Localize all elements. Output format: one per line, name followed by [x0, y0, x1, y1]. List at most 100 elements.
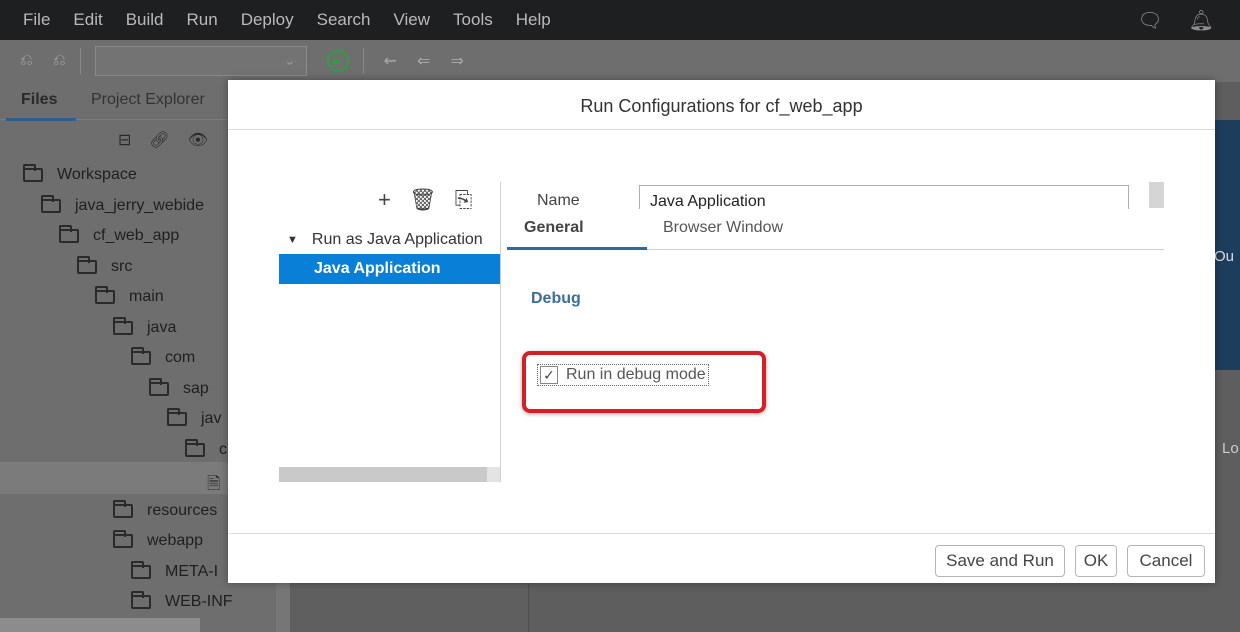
tree-item-label: resources — [147, 501, 218, 519]
menu-bar: File Edit Build Run Deploy Search View T… — [0, 0, 1240, 40]
toolbar: ⎌ ⎌ ⌄ ▶ ⇜ ⇐ ⇒ — [0, 40, 1240, 82]
redo-icon[interactable]: ⎌ — [53, 52, 66, 70]
tree-item-label: com — [165, 349, 196, 366]
folder-plus-icon — [131, 591, 151, 609]
folder-open-icon — [59, 225, 79, 243]
menu-file[interactable]: File — [23, 10, 50, 30]
folder-open-icon — [185, 438, 205, 457]
tree-item-label: META-I — [165, 562, 219, 580]
active-tab-indicator — [6, 118, 76, 121]
tree-item[interactable]: com — [131, 347, 196, 367]
name-input[interactable]: Java Application — [639, 185, 1129, 209]
menu-run[interactable]: Run — [187, 10, 218, 30]
collapse-all-icon[interactable]: ⊟ — [118, 130, 131, 150]
bell-icon[interactable]: 🔔︎ — [1189, 8, 1214, 33]
tree-item[interactable]: c — [185, 438, 227, 459]
folder-open-icon — [167, 408, 187, 426]
tree-item-label: java_jerry_webide — [75, 196, 204, 214]
tree-item-label: WEB-INF — [165, 593, 233, 610]
tree-item[interactable]: Workspace — [23, 164, 137, 184]
menubar-right-icons: 🗨 🔔︎ — [1137, 0, 1240, 40]
config-list-divider — [500, 182, 501, 482]
menu-deploy[interactable]: Deploy — [241, 10, 294, 30]
folder-plus-icon — [131, 560, 151, 579]
tree-item-label: main — [129, 288, 164, 305]
folder-open-icon — [113, 530, 133, 548]
config-group[interactable]: ▼ Run as Java Application — [287, 231, 503, 249]
tree-item[interactable]: webapp — [113, 530, 204, 550]
right-pane-banner — [1214, 120, 1240, 370]
debug-section-heading: Debug — [531, 290, 581, 307]
bottom-scrollbar[interactable] — [0, 618, 200, 632]
tree-item-label: cf_web_app — [93, 227, 180, 244]
tree-item[interactable]: main — [95, 286, 164, 306]
dialog-footer: Save and Run OK Cancel — [228, 533, 1215, 583]
ok-button[interactable]: OK — [1075, 545, 1117, 577]
chat-icon[interactable]: 🗨 — [1137, 8, 1162, 33]
config-toolbar: + 🗑︎ ⎘ — [378, 187, 490, 213]
tree-item[interactable]: sap — [149, 377, 209, 398]
tree-item[interactable]: java_jerry_webide — [41, 194, 204, 215]
nav-back-icon[interactable]: ⇐ — [417, 51, 430, 71]
triangle-down-icon[interactable]: ▼ — [287, 234, 298, 246]
add-icon[interactable]: + — [378, 187, 391, 213]
duplicate-icon[interactable]: ⎘ — [455, 187, 473, 213]
dialog-title: Run Configurations for cf_web_app — [228, 80, 1215, 130]
tab-files[interactable]: Files — [21, 91, 57, 109]
folder-open-icon — [131, 347, 151, 365]
tree-item[interactable]: src — [77, 255, 133, 276]
save-and-run-button[interactable]: Save and Run — [935, 545, 1065, 577]
folder-open-icon — [23, 164, 43, 182]
tab-general[interactable]: General — [524, 219, 584, 237]
annotation-highlight-box — [522, 351, 766, 413]
right-pane-text-2: Lo — [1222, 440, 1239, 457]
tree-item[interactable]: cf_web_app — [59, 225, 180, 245]
tree-item[interactable]: resources — [113, 499, 218, 520]
file-icon: 🗎 — [207, 474, 221, 493]
folder-open-icon — [41, 194, 61, 213]
menu-help[interactable]: Help — [516, 10, 551, 30]
tab-project-explorer[interactable]: Project Explorer — [91, 91, 205, 109]
menu-search[interactable]: Search — [317, 10, 371, 30]
folder-open-icon — [95, 286, 115, 304]
folder-open-icon — [113, 316, 133, 335]
link-icon[interactable]: 🔗︎ — [149, 130, 169, 150]
tab-browser-window[interactable]: Browser Window — [663, 219, 783, 237]
folder-open-icon — [149, 377, 169, 396]
config-list-scrollbar[interactable] — [279, 467, 500, 482]
nav-forward-icon[interactable]: ⇒ — [450, 51, 463, 71]
right-pane-text: Ou — [1214, 248, 1235, 265]
config-group-label: Run as Java Application — [311, 231, 483, 248]
scrollbar-thumb[interactable] — [279, 467, 487, 482]
toolbar-divider-2 — [362, 48, 364, 74]
menu-view[interactable]: View — [394, 10, 431, 30]
undo-icon[interactable]: ⎌ — [20, 52, 33, 70]
tree-item-label: java — [147, 318, 177, 336]
tree-item-label: src — [111, 257, 133, 275]
nav-first-icon[interactable]: ⇜ — [384, 51, 397, 71]
left-panel-actions: ⊟ 🔗︎ 👁︎ — [118, 130, 226, 150]
tree-item[interactable]: WEB-INF — [131, 591, 233, 611]
cancel-button[interactable]: Cancel — [1127, 545, 1205, 577]
menu-build[interactable]: Build — [126, 10, 164, 30]
form-scrollbar[interactable] — [1149, 182, 1164, 208]
run-icon[interactable]: ▶ — [326, 50, 349, 72]
tree-item-label: webapp — [147, 532, 204, 549]
trash-icon[interactable]: 🗑︎ — [409, 187, 437, 213]
eye-icon[interactable]: 👁︎ — [188, 130, 208, 150]
name-label: Name — [537, 192, 580, 209]
folder-open-icon — [77, 255, 97, 274]
tree-item[interactable]: jav — [167, 408, 221, 428]
chevron-down-icon: ⌄ — [283, 52, 296, 68]
menu-edit[interactable]: Edit — [73, 10, 102, 30]
folder-icon — [113, 499, 133, 518]
config-tabs: General Browser Window — [507, 210, 1164, 250]
toolbar-divider — [79, 48, 81, 74]
menu-tools[interactable]: Tools — [453, 10, 493, 30]
run-configurations-dialog: Run Configurations for cf_web_app + 🗑︎ ⎘… — [228, 80, 1215, 583]
tree-item[interactable]: java — [113, 316, 177, 337]
run-config-select[interactable]: ⌄ — [94, 46, 307, 76]
config-item-java-application[interactable]: Java Application — [279, 254, 500, 284]
tree-item-label: sap — [183, 379, 209, 397]
tree-item[interactable]: META-I — [131, 560, 219, 581]
